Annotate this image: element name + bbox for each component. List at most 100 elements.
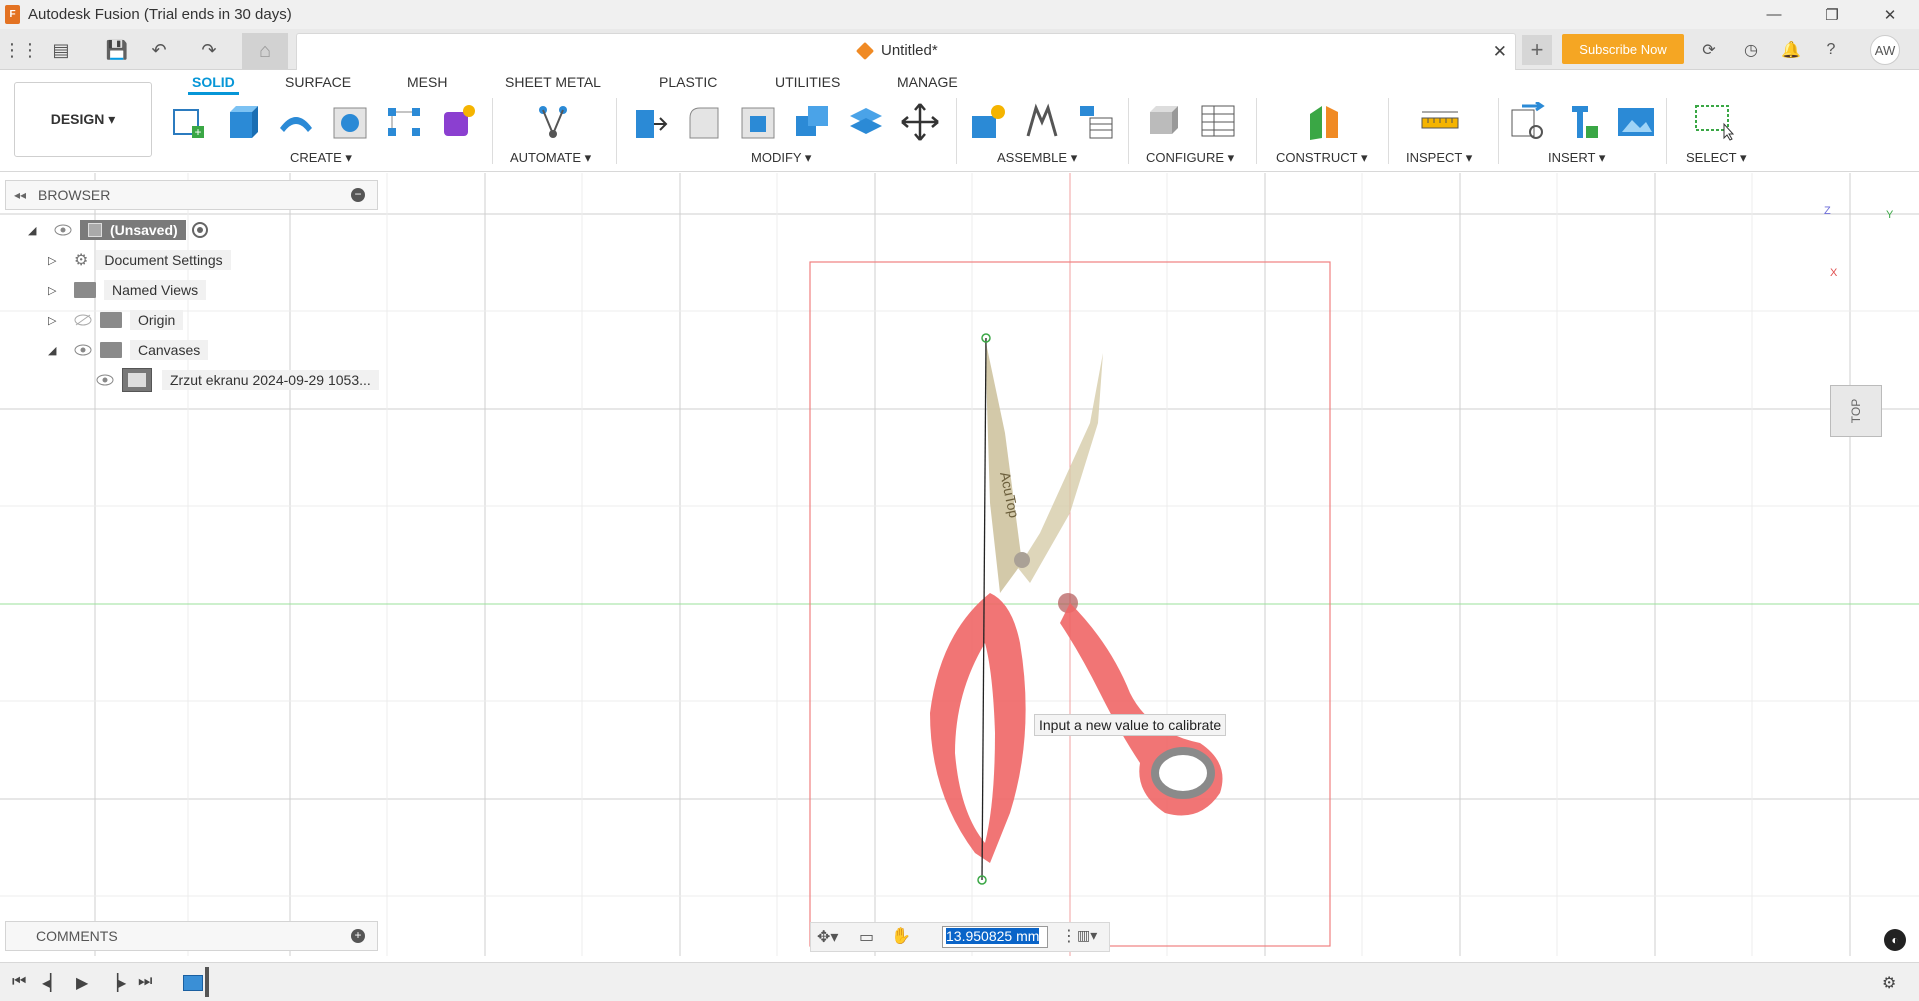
design-viewport[interactable]: AcuTop TOP Z Y X ◐ <box>0 173 1919 956</box>
window-select-icon[interactable] <box>1694 102 1734 142</box>
save-icon[interactable]: 💾 <box>104 37 130 63</box>
step-back-icon[interactable]: ◂▏ <box>42 973 62 993</box>
calibration-value-input[interactable]: 13.950825 mm <box>942 926 1048 948</box>
minimize-button[interactable]: — <box>1745 0 1803 29</box>
new-tab-button[interactable]: + <box>1522 35 1552 65</box>
step-forward-icon[interactable]: ▕▸ <box>106 973 126 993</box>
modify-menu[interactable]: MODIFY ▾ <box>751 150 811 166</box>
insert-derive-icon[interactable] <box>1508 102 1548 142</box>
display-mode-icon[interactable]: ▥▾ <box>1077 927 1097 944</box>
tab-manage[interactable]: MANAGE <box>897 74 958 90</box>
create-sketch-icon[interactable]: + <box>168 102 208 142</box>
new-component-icon[interactable] <box>968 102 1008 142</box>
tab-surface[interactable]: SURFACE <box>285 74 351 90</box>
joint-icon[interactable] <box>1022 102 1062 142</box>
insert-mcmaster-icon[interactable] <box>1562 102 1602 142</box>
document-tab[interactable]: Untitled* ✕ <box>296 33 1516 70</box>
app-grid-icon[interactable]: ⋮⋮ <box>3 37 39 63</box>
hole-icon[interactable] <box>330 102 370 142</box>
select-menu[interactable]: SELECT ▾ <box>1686 150 1746 166</box>
extrude-icon[interactable] <box>222 102 262 142</box>
tab-solid[interactable]: SOLID <box>188 74 239 95</box>
construct-menu[interactable]: CONSTRUCT ▾ <box>1276 150 1368 166</box>
collapse-arrow-icon[interactable]: ◢ <box>28 224 42 237</box>
press-pull-icon[interactable] <box>630 102 670 142</box>
measure-icon[interactable] <box>1420 102 1460 142</box>
assemble-menu[interactable]: ASSEMBLE ▾ <box>997 150 1077 166</box>
tree-item-document-settings[interactable]: ▷ ⚙ Document Settings <box>48 248 231 272</box>
visibility-eye-icon[interactable] <box>74 344 92 356</box>
shell-icon[interactable] <box>738 102 778 142</box>
configure-menu[interactable]: CONFIGURE ▾ <box>1146 150 1234 166</box>
inspect-menu[interactable]: INSPECT ▾ <box>1406 150 1472 166</box>
tree-item-origin[interactable]: ▷ Origin <box>48 308 184 332</box>
timeline-marker[interactable] <box>205 967 209 997</box>
view-cube-face-top[interactable]: TOP <box>1849 399 1863 423</box>
insert-menu[interactable]: INSERT ▾ <box>1548 150 1605 166</box>
expand-arrow-icon[interactable]: ▷ <box>48 254 62 267</box>
restore-button[interactable]: ❐ <box>1803 0 1861 29</box>
component-icon <box>88 223 102 237</box>
tab-utilities[interactable]: UTILITIES <box>775 74 840 90</box>
redo-icon[interactable]: ↷ <box>196 37 222 63</box>
timeline-settings-icon[interactable]: ⚙ <box>1882 973 1896 993</box>
play-icon[interactable]: ▶ <box>76 973 88 993</box>
collapse-browser-icon[interactable]: ◂◂ <box>14 188 26 202</box>
close-tab-icon[interactable]: ✕ <box>1493 42 1507 62</box>
collapse-arrow-icon[interactable]: ◢ <box>48 344 62 357</box>
close-window-button[interactable]: ✕ <box>1861 0 1919 29</box>
move-icon[interactable] <box>900 102 940 142</box>
orbit-icon[interactable]: ✥▾ <box>817 927 838 947</box>
undo-icon[interactable]: ↶ <box>146 37 172 63</box>
split-body-icon[interactable] <box>846 102 886 142</box>
tree-item-root[interactable]: ◢ (Unsaved) <box>28 218 208 242</box>
add-comment-icon[interactable]: + <box>351 929 365 943</box>
create-form-icon[interactable] <box>438 102 478 142</box>
tree-item-canvas-image[interactable]: Zrzut ekranu 2024-09-29 1053... <box>96 368 379 392</box>
insert-canvas-icon[interactable] <box>1616 102 1656 142</box>
browser-minimize-icon[interactable]: − <box>351 188 365 202</box>
timeline-canvas-feature-icon[interactable] <box>183 975 203 991</box>
tree-item-canvases[interactable]: ◢ Canvases <box>48 338 209 362</box>
user-avatar[interactable]: AW <box>1870 35 1900 65</box>
offset-plane-icon[interactable] <box>1304 102 1344 142</box>
canvas-image-scissors[interactable]: AcuTop <box>930 338 1223 863</box>
bill-of-materials-icon[interactable] <box>1076 102 1116 142</box>
display-settings-icon[interactable]: ◐ <box>1884 929 1906 951</box>
look-at-icon[interactable]: ▭ <box>859 927 874 947</box>
browser-panel-header[interactable]: ◂◂ BROWSER − <box>5 180 378 210</box>
go-to-end-icon[interactable]: ⏭ <box>138 973 152 991</box>
tab-plastic[interactable]: PLASTIC <box>659 74 717 90</box>
visibility-eye-icon[interactable] <box>54 224 72 236</box>
automate-menu[interactable]: AUTOMATE ▾ <box>510 150 591 166</box>
tab-sheet-metal[interactable]: SHEET METAL <box>505 74 601 90</box>
expand-arrow-icon[interactable]: ▷ <box>48 314 62 327</box>
job-status-icon[interactable]: ◷ <box>1738 37 1764 63</box>
expand-arrow-icon[interactable]: ▷ <box>48 284 62 297</box>
hidden-eye-icon[interactable] <box>74 314 92 326</box>
tab-mesh[interactable]: MESH <box>407 74 447 90</box>
configuration-table-icon[interactable] <box>1198 102 1238 142</box>
help-icon[interactable]: ? <box>1818 37 1844 63</box>
activate-radio-icon[interactable] <box>191 222 208 238</box>
notifications-icon[interactable]: 🔔 <box>1778 37 1804 63</box>
pan-icon[interactable]: ✋ <box>891 926 911 946</box>
home-button[interactable]: ⌂ <box>242 33 288 69</box>
subscribe-button[interactable]: Subscribe Now <box>1562 34 1684 64</box>
revolve-icon[interactable] <box>276 102 316 142</box>
combine-icon[interactable] <box>792 102 832 142</box>
more-options-icon[interactable]: ⋮ <box>1061 926 1077 946</box>
comments-panel[interactable]: COMMENTS + <box>5 921 378 951</box>
tree-item-named-views[interactable]: ▷ Named Views <box>48 278 207 302</box>
file-menu-icon[interactable]: ▤ <box>48 37 74 63</box>
visibility-eye-icon[interactable] <box>96 374 114 386</box>
configure-icon[interactable] <box>1144 102 1184 142</box>
extensions-icon[interactable]: ⟳ <box>1696 37 1722 63</box>
go-to-start-icon[interactable]: ⏮ <box>12 973 26 991</box>
fillet-icon[interactable] <box>684 102 724 142</box>
pattern-icon[interactable] <box>384 102 424 142</box>
view-cube[interactable]: TOP <box>1830 385 1882 437</box>
create-menu[interactable]: CREATE ▾ <box>290 150 352 166</box>
workspace-selector[interactable]: DESIGN ▾ <box>14 82 152 157</box>
automate-icon[interactable] <box>533 102 573 142</box>
